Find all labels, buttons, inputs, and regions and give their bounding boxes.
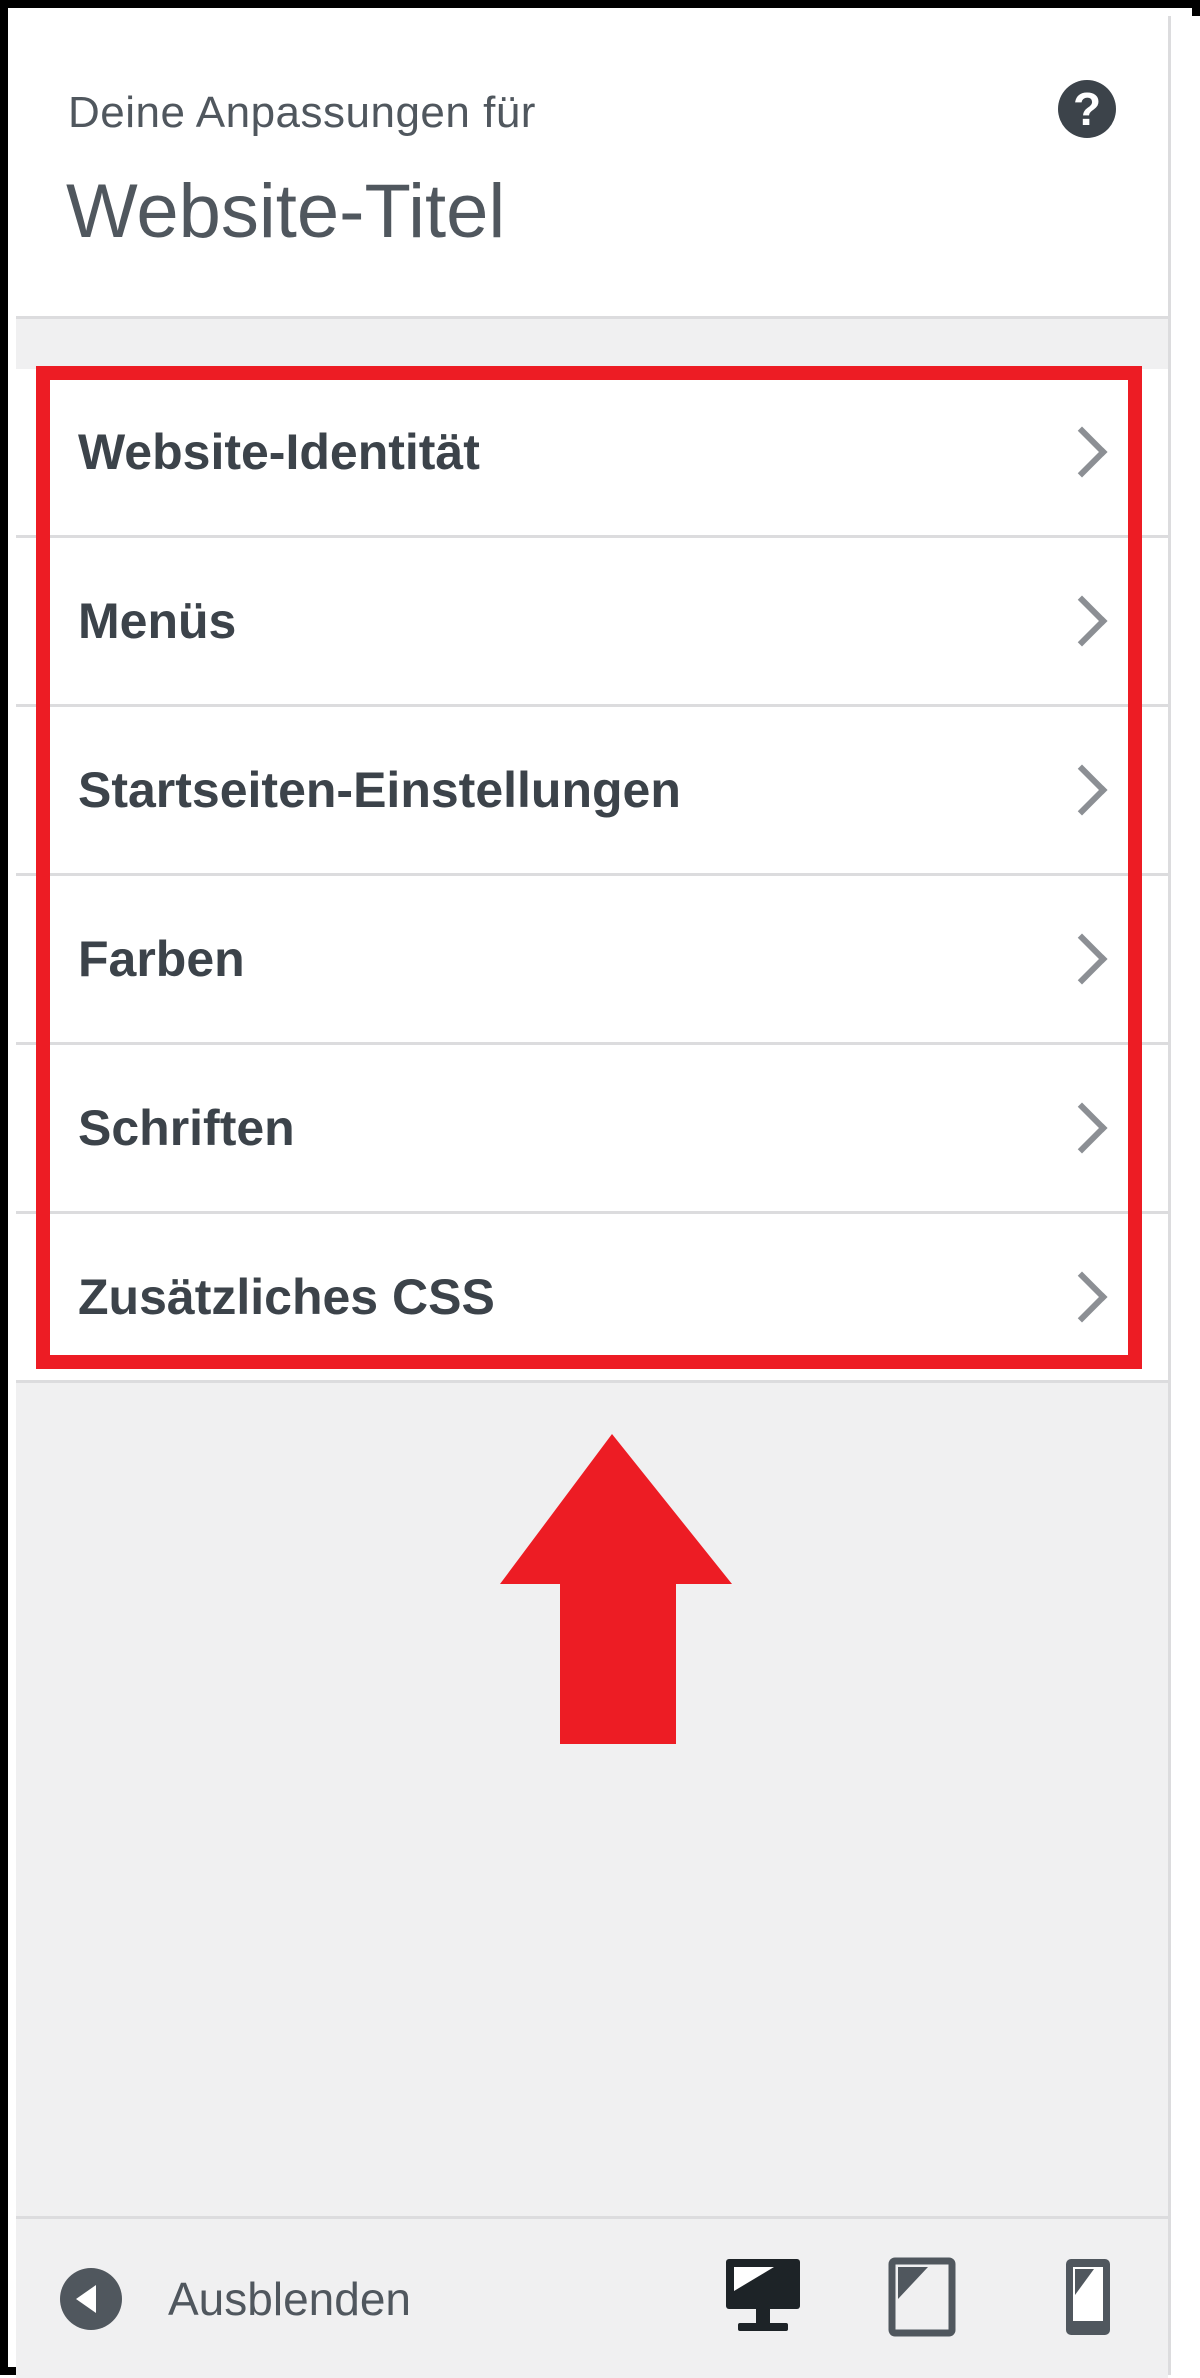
desktop-icon — [726, 2259, 800, 2331]
customizer-panel: Deine Anpassungen für Website-Titel ? We… — [16, 16, 1171, 2378]
section-label: Menüs — [78, 593, 237, 649]
chevron-right-icon — [1056, 595, 1108, 647]
mobile-icon — [1066, 2259, 1110, 2335]
customizer-section-list: Website-Identität Menüs Startseiten-Eins… — [16, 369, 1168, 1383]
screenshot-frame: Deine Anpassungen für Website-Titel ? We… — [0, 0, 1200, 2378]
header-subtitle: Deine Anpassungen für — [68, 88, 536, 137]
preview-edge — [1171, 16, 1200, 2375]
section-label: Farben — [78, 931, 245, 987]
collapse-label: Ausblenden — [168, 2273, 411, 2325]
section-label: Website-Identität — [78, 424, 480, 480]
section-label: Zusätzliches CSS — [78, 1269, 495, 1325]
section-label: Schriften — [78, 1100, 295, 1156]
preview-mobile-button[interactable] — [1044, 2251, 1134, 2341]
tablet-icon — [888, 2257, 956, 2337]
chevron-right-icon — [1056, 764, 1108, 816]
help-icon[interactable]: ? — [1058, 80, 1116, 138]
chevron-right-icon — [1056, 426, 1108, 478]
collapse-sidebar-button[interactable]: Ausblenden — [60, 2249, 411, 2349]
section-fonts[interactable]: Schriften — [16, 1045, 1168, 1214]
section-colors[interactable]: Farben — [16, 876, 1168, 1045]
preview-tablet-button[interactable] — [878, 2251, 968, 2341]
preview-desktop-button[interactable] — [718, 2251, 808, 2341]
up-arrow-annotation-icon — [500, 1434, 732, 1744]
section-menus[interactable]: Menüs — [16, 538, 1168, 707]
chevron-right-icon — [1056, 1102, 1108, 1154]
chevron-right-icon — [1056, 1271, 1108, 1323]
chevron-right-icon — [1056, 933, 1108, 985]
customizer-header: Deine Anpassungen für Website-Titel ? — [16, 16, 1168, 319]
section-label: Startseiten-Einstellungen — [78, 762, 681, 818]
page-title: Website-Titel — [66, 169, 506, 254]
collapse-arrow-icon — [60, 2268, 122, 2330]
customizer-footer: Ausblenden — [16, 2216, 1168, 2378]
section-homepage-settings[interactable]: Startseiten-Einstellungen — [16, 707, 1168, 876]
section-additional-css[interactable]: Zusätzliches CSS — [16, 1214, 1168, 1383]
section-website-identity[interactable]: Website-Identität — [16, 369, 1168, 538]
